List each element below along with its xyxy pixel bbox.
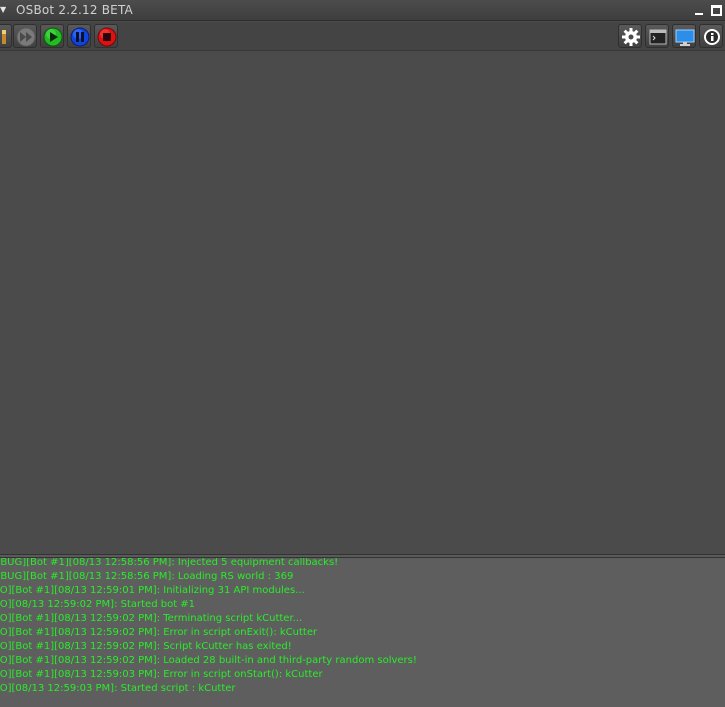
- console-button[interactable]: [645, 24, 669, 48]
- pause-icon: [70, 27, 90, 47]
- info-icon: [704, 29, 720, 45]
- fast-forward-icon: [16, 27, 36, 47]
- log-line: FO][Bot #1][08/13 12:59:03 PM]: Error in…: [0, 669, 323, 680]
- triangle-down-icon[interactable]: ▼: [0, 2, 6, 18]
- log-panel[interactable]: EBUG][Bot #1][08/13 12:58:56 PM]: Inject…: [0, 558, 725, 707]
- game-canvas[interactable]: [0, 52, 725, 554]
- settings-button[interactable]: [618, 24, 642, 48]
- play-button[interactable]: [40, 24, 64, 48]
- log-line: FO][Bot #1][08/13 12:59:02 PM]: Loaded 2…: [0, 655, 417, 666]
- window-title: OSBot 2.2.12 BETA: [16, 3, 133, 17]
- edge-tool-button[interactable]: [0, 24, 12, 48]
- log-line: FO][08/13 12:59:02 PM]: Started bot #1: [0, 599, 196, 610]
- console-icon: [649, 29, 667, 45]
- log-line: EBUG][Bot #1][08/13 12:58:56 PM]: Loadin…: [0, 571, 294, 582]
- stop-icon: [97, 27, 117, 47]
- minimize-button[interactable]: [694, 5, 705, 16]
- log-line: FO][Bot #1][08/13 12:59:02 PM]: Script k…: [0, 641, 292, 652]
- fast-forward-button[interactable]: [13, 24, 37, 48]
- monitor-icon: [675, 29, 695, 46]
- info-button[interactable]: [699, 24, 723, 48]
- gear-icon: [622, 28, 640, 46]
- log-line: FO][08/13 12:59:03 PM]: Started script :…: [0, 683, 236, 694]
- title-bar: ▼ OSBot 2.2.12 BETA: [0, 0, 725, 21]
- screen-button[interactable]: [672, 24, 696, 48]
- log-line: FO][Bot #1][08/13 12:59:01 PM]: Initiali…: [0, 585, 305, 596]
- edge-icon: [2, 30, 6, 44]
- toolbar: [0, 22, 725, 51]
- stop-button[interactable]: [94, 24, 118, 48]
- log-line: FO][Bot #1][08/13 12:59:02 PM]: Terminat…: [0, 613, 303, 624]
- play-icon: [43, 27, 63, 47]
- log-line: EBUG][Bot #1][08/13 12:58:56 PM]: Inject…: [0, 558, 339, 568]
- pause-button[interactable]: [67, 24, 91, 48]
- log-line: FO][Bot #1][08/13 12:59:02 PM]: Error in…: [0, 627, 318, 638]
- maximize-button[interactable]: [711, 5, 722, 16]
